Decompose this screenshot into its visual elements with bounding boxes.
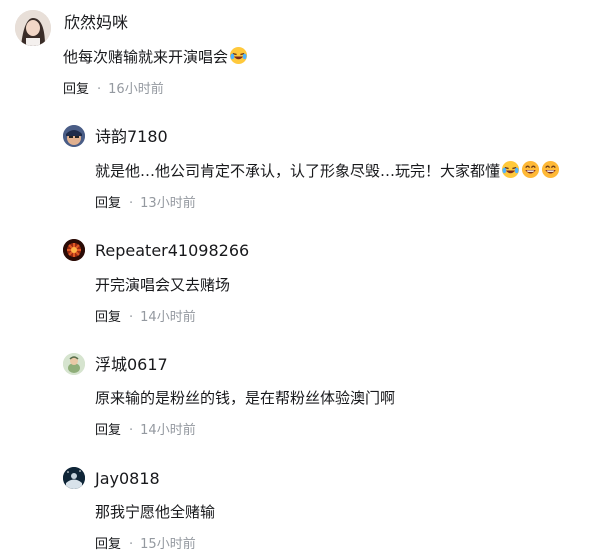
reply-meta: 回复 · 13小时前 <box>95 195 196 213</box>
comment-text: 他每次赌输就来开演唱会 <box>63 46 248 68</box>
username[interactable]: 诗韵7180 <box>95 127 168 147</box>
timestamp: 16小时前 <box>108 82 164 97</box>
reply-text: 就是他…他公司肯定不承认，认了形象尽毁…玩完！大家都懂 <box>95 160 560 182</box>
reply-item: Jay0818 那我宁愿他全赌输 回复 · 15小时前 <box>0 457 598 560</box>
reply-text: 原来输的是粉丝的钱，是在帮粉丝体验澳门啊 <box>95 389 396 407</box>
avatar[interactable] <box>63 467 85 489</box>
avatar[interactable] <box>63 353 85 375</box>
username[interactable]: 浮城0617 <box>95 355 168 375</box>
reply-meta: 回复 · 14小时前 <box>95 309 196 327</box>
reply-button[interactable]: 回复 <box>95 195 121 213</box>
laughing-tears-icon <box>229 46 248 65</box>
reply-text: 那我宁愿他全赌输 <box>95 503 216 521</box>
timestamp: 15小时前 <box>140 537 196 552</box>
avatar[interactable] <box>63 239 85 261</box>
reply-text: 开完演唱会又去赌场 <box>95 276 231 294</box>
grin-icon <box>521 160 540 179</box>
username[interactable]: Repeater41098266 <box>95 241 249 261</box>
laughing-tears-icon <box>501 160 520 179</box>
timestamp: 14小时前 <box>140 423 196 438</box>
username[interactable]: Jay0818 <box>95 469 160 489</box>
reply-item: Repeater41098266 开完演唱会又去赌场 回复 · 14小时前 <box>0 229 598 339</box>
reply-meta: 回复 · 15小时前 <box>95 536 196 554</box>
comment-meta: 回复 · 16小时前 <box>63 81 164 99</box>
separator-dot: · <box>97 82 102 97</box>
reply-button[interactable]: 回复 <box>95 536 121 554</box>
reply-item: 浮城0617 原来输的是粉丝的钱，是在帮粉丝体验澳门啊 回复 · 14小时前 <box>0 343 598 453</box>
grin-icon <box>541 160 560 179</box>
reply-meta: 回复 · 14小时前 <box>95 422 196 440</box>
reply-button[interactable]: 回复 <box>95 422 121 440</box>
reply-button[interactable]: 回复 <box>95 309 121 327</box>
avatar[interactable] <box>15 10 51 46</box>
reply-button[interactable]: 回复 <box>63 81 89 99</box>
username[interactable]: 欣然妈咪 <box>64 13 128 33</box>
separator-dot: · <box>129 537 134 552</box>
separator-dot: · <box>129 423 134 438</box>
avatar[interactable] <box>63 125 85 147</box>
separator-dot: · <box>129 196 134 211</box>
comment-text-body: 他每次赌输就来开演唱会 <box>63 48 229 66</box>
timestamp: 13小时前 <box>140 196 196 211</box>
reply-text-body: 就是他…他公司肯定不承认，认了形象尽毁…玩完！大家都懂 <box>95 162 501 180</box>
comment-item: 欣然妈咪 他每次赌输就来开演唱会 回复 · 16小时前 <box>0 0 598 110</box>
separator-dot: · <box>129 310 134 325</box>
reply-item: 诗韵7180 就是他…他公司肯定不承认，认了形象尽毁…玩完！大家都懂 回复 · … <box>0 115 598 225</box>
timestamp: 14小时前 <box>140 310 196 325</box>
